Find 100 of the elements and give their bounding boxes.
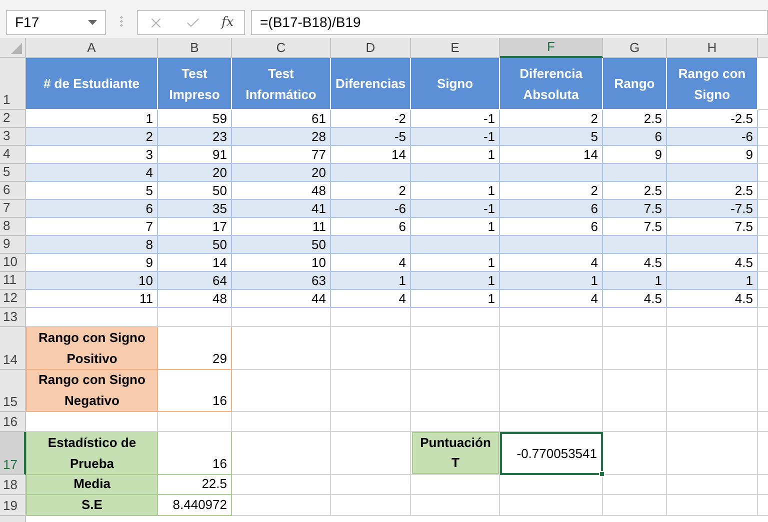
table-cell: 4 — [331, 254, 411, 272]
table-cell: 23 — [158, 128, 232, 146]
table-cell: 6 — [26, 200, 158, 218]
table-cell: 1 — [411, 272, 500, 290]
table-cell: 20 — [158, 164, 232, 182]
formula-field[interactable]: =(B17-B18)/B19 — [251, 10, 768, 35]
table-cell: 7.5 — [667, 218, 758, 236]
table-cell: -1 — [411, 200, 500, 218]
table-cell: 1 — [411, 218, 500, 236]
table-cell: 11 — [26, 290, 158, 308]
row-header[interactable]: 19 — [0, 495, 26, 516]
table-cell: 2 — [500, 110, 603, 128]
selected-cell[interactable]: -0.770053541 — [500, 432, 603, 475]
row-header[interactable]: 15 — [0, 370, 26, 412]
label-cell: Rango con Signo Negativo — [26, 370, 158, 412]
insert-function-button[interactable]: fx — [222, 12, 234, 32]
label-cell: Puntuación T — [412, 432, 499, 474]
table-cell: 48 — [158, 290, 232, 308]
row-header[interactable]: 14 — [0, 327, 26, 370]
table-cell: 7.5 — [603, 218, 667, 236]
table-cell: 10 — [26, 272, 158, 290]
table-cell: 17 — [158, 218, 232, 236]
column-header[interactable]: F — [500, 38, 603, 58]
table-cell — [603, 236, 667, 254]
row-header[interactable]: 13 — [0, 308, 26, 327]
table-cell: 14 — [500, 146, 603, 164]
table-cell: 1 — [26, 110, 158, 128]
dropdown-caret-icon[interactable] — [88, 20, 97, 25]
table-cell: 1 — [603, 272, 667, 290]
row-header[interactable]: 2 — [0, 110, 26, 128]
table-cell: 4.5 — [667, 254, 758, 272]
row-header[interactable]: 9 — [0, 236, 26, 254]
table-cell: -2.5 — [667, 110, 758, 128]
table-cell: 2.5 — [603, 110, 667, 128]
table-cell: 4.5 — [603, 254, 667, 272]
table-cell: 63 — [232, 272, 331, 290]
table-cell: 14 — [331, 146, 411, 164]
row-header[interactable]: 6 — [0, 182, 26, 200]
row-header[interactable]: 10 — [0, 254, 26, 272]
table-cell: 35 — [158, 200, 232, 218]
label-cell: Media — [26, 475, 158, 495]
row-header[interactable]: 5 — [0, 164, 26, 182]
table-cell: -2 — [331, 110, 411, 128]
column-header-cell: Test Informático — [232, 58, 331, 110]
table-cell: 64 — [158, 272, 232, 290]
table-cell — [603, 164, 667, 182]
table-cell: 5 — [500, 128, 603, 146]
table-cell: 2 — [26, 128, 158, 146]
table-cell: 14 — [158, 254, 232, 272]
row-header[interactable]: 3 — [0, 128, 26, 146]
table-cell: 2 — [331, 182, 411, 200]
table-cell: 5 — [26, 182, 158, 200]
table-cell: -1 — [411, 110, 500, 128]
table-cell: 1 — [411, 290, 500, 308]
row-header[interactable]: 16 — [0, 412, 26, 432]
row-header[interactable]: 12 — [0, 290, 26, 308]
row-header[interactable]: 4 — [0, 146, 26, 164]
table-cell: 1 — [667, 272, 758, 290]
table-cell: 44 — [232, 290, 331, 308]
table-cell: 9 — [603, 146, 667, 164]
label-cell: S.E — [26, 495, 158, 516]
column-header-cell: Rango — [603, 58, 667, 110]
table-cell: 4 — [26, 164, 158, 182]
name-box[interactable]: F17 — [6, 10, 106, 35]
row-header[interactable]: 7 — [0, 200, 26, 218]
drag-handle-icon[interactable] — [120, 16, 123, 27]
table-cell: 1 — [500, 272, 603, 290]
table-cell: 1 — [411, 182, 500, 200]
table-cell: -7.5 — [667, 200, 758, 218]
table-cell: 1 — [331, 272, 411, 290]
table-cell: 2.5 — [667, 182, 758, 200]
column-header-cell: Diferencias — [331, 58, 411, 110]
row-header[interactable]: 1 — [0, 58, 26, 110]
value-cell: 22.5 — [158, 475, 232, 495]
table-cell: 4 — [500, 290, 603, 308]
row-header[interactable]: 18 — [0, 475, 26, 495]
table-cell: 9 — [26, 254, 158, 272]
row-header[interactable]: 8 — [0, 218, 26, 236]
row-header[interactable]: 17 — [0, 432, 26, 475]
table-cell: 9 — [667, 146, 758, 164]
table-cell: 4 — [331, 290, 411, 308]
table-cell: -5 — [331, 128, 411, 146]
value-cell: 16 — [158, 370, 232, 412]
table-cell: 50 — [158, 182, 232, 200]
select-all-icon[interactable] — [11, 43, 22, 54]
table-cell: 1 — [411, 254, 500, 272]
table-cell: 41 — [232, 200, 331, 218]
row-header[interactable] — [0, 516, 26, 522]
table-cell: 6 — [603, 128, 667, 146]
row-header[interactable]: 11 — [0, 272, 26, 290]
table-cell: 91 — [158, 146, 232, 164]
table-cell: 4 — [500, 254, 603, 272]
column-header-cell: Test Impreso — [158, 58, 232, 110]
value-cell: 29 — [158, 327, 232, 370]
table-cell: 77 — [232, 146, 331, 164]
table-cell: 3 — [26, 146, 158, 164]
label-cell: Estadístico de Prueba — [26, 432, 158, 475]
table-cell: 61 — [232, 110, 331, 128]
fill-handle[interactable] — [599, 471, 605, 477]
table-cell: 6 — [500, 218, 603, 236]
